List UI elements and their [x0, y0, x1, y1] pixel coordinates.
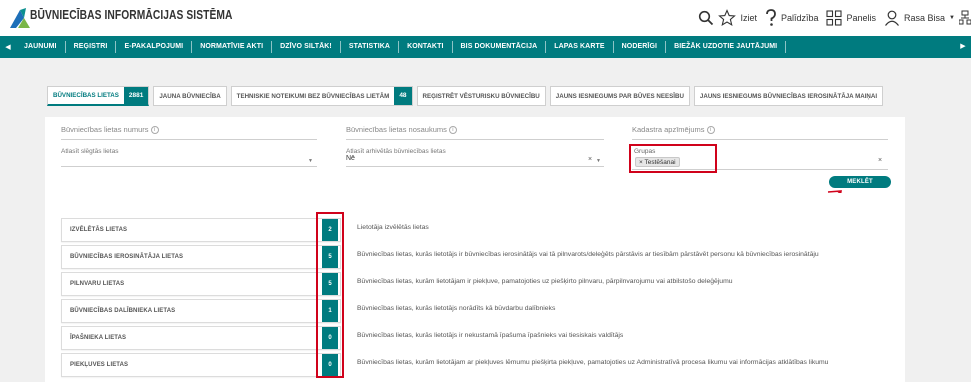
- archived-cases-select[interactable]: Nē: [346, 155, 355, 162]
- nav-item-lapas-karte[interactable]: LAPAS KARTE: [546, 41, 614, 53]
- tab-count-badge: 2881: [123, 86, 149, 105]
- counts-highlight-box: [316, 212, 344, 378]
- archived-cases-label: Atlasīt arhivētās būvniecības lietas: [346, 148, 446, 155]
- header-actions: Iziet Palīdzība Panelis Rasa Bisa ▼: [698, 6, 971, 30]
- tab-registret-vesturisku[interactable]: REĢISTRĒT VĒSTURISKU BŪVNIECĪBU: [416, 86, 546, 106]
- app-title: BŪVNIECĪBAS INFORMĀCIJAS SISTĒMA: [30, 8, 233, 22]
- chevron-down-icon[interactable]: ▼: [949, 15, 955, 21]
- cadastre-field[interactable]: Kadastra apzīmējums i: [632, 125, 715, 135]
- list-item-description: Lietotāja izvēlētās lietas: [357, 224, 429, 231]
- case-name-underline: [346, 139, 604, 140]
- list-item-description: Būvniecības lietas, kurās lietotājs ir n…: [357, 332, 624, 339]
- list-item[interactable]: BŪVNIECĪBAS DALĪBNIEKA LIETAS 1: [61, 299, 341, 323]
- list-item[interactable]: BŪVNIECĪBAS IEROSINĀTĀJA LIETAS 5: [61, 245, 341, 269]
- user-menu[interactable]: Rasa Bisa: [904, 13, 945, 23]
- search-panel: [45, 117, 905, 193]
- sitemap-icon[interactable]: [959, 10, 971, 26]
- tab-buvniecibas-lietas[interactable]: BŪVNIECĪBAS LIETAS 2881: [47, 86, 150, 106]
- nav-item-bis-dokumentacija[interactable]: BIS DOKUMENTĀCIJA: [453, 41, 547, 53]
- user-icon[interactable]: [884, 10, 900, 26]
- help-link[interactable]: Palīdzība: [781, 13, 819, 23]
- info-icon[interactable]: i: [706, 126, 715, 135]
- groups-highlight-box: [629, 144, 717, 173]
- logout-link[interactable]: Iziet: [740, 13, 757, 23]
- nav-item-noderigi[interactable]: NODERĪGI: [614, 41, 667, 53]
- tab-tehniskie-noteikumi[interactable]: TEHNISKIE NOTEIKUMI BEZ BŪVNIECĪBAS LIET…: [230, 86, 413, 106]
- closed-cases-select[interactable]: Atlasīt slēgtās lietas: [61, 148, 118, 155]
- nav-item-kontakti[interactable]: KONTAKTI: [399, 41, 453, 53]
- search-icon[interactable]: [698, 10, 714, 26]
- nav-right-arrow-icon[interactable]: ▶: [955, 36, 971, 58]
- nav-item-statistika[interactable]: STATISTIKA: [341, 41, 400, 53]
- main-nav: ◀ JAUNUMI REĢISTRI E-PAKALPOJUMI NORMATĪ…: [0, 36, 971, 58]
- list-item-description: Būvniecības lietas, kurās lietotājs norā…: [357, 305, 556, 312]
- list-item[interactable]: ĪPAŠNIEKA LIETAS 0: [61, 326, 341, 350]
- tab-jauna-buvnieciba[interactable]: JAUNA BŪVNIECĪBA: [153, 86, 227, 106]
- nav-item-dzivo-siltak[interactable]: DZĪVO SILTĀK!: [272, 41, 341, 53]
- nav-left-arrow-icon[interactable]: ◀: [0, 43, 16, 51]
- case-number-field[interactable]: Būvniecības lietas numurs i: [61, 125, 159, 135]
- clear-icon[interactable]: ×: [878, 157, 882, 164]
- list-item-description: Būvniecības lietas, kurām lietotājam ar …: [357, 359, 829, 366]
- dashboard-link[interactable]: Panelis: [846, 13, 876, 23]
- chevron-down-icon[interactable]: ▼: [596, 158, 601, 164]
- case-number-underline: [61, 139, 317, 140]
- list-item[interactable]: IZVĒLĒTĀS LIETAS 2: [61, 218, 341, 242]
- question-icon[interactable]: [765, 9, 777, 27]
- list-item-description: Būvniecības lietas, kurām lietotājam ir …: [357, 278, 733, 285]
- tab-jauns-iesniegums-maina[interactable]: JAUNS IESNIEGUMS BŪVNIECĪBAS IEROSINĀTĀJ…: [693, 86, 884, 106]
- nav-item-e-pakalpojumi[interactable]: E-PAKALPOJUMI: [116, 41, 193, 53]
- case-tabs: BŪVNIECĪBAS LIETAS 2881 JAUNA BŪVNIECĪBA…: [47, 86, 884, 106]
- cadastre-underline: [632, 139, 888, 140]
- list-item-description: Būvniecības lietas, kurās lietotājs ir b…: [357, 251, 819, 258]
- info-icon[interactable]: i: [150, 126, 159, 135]
- tab-count-badge: 48: [394, 87, 412, 105]
- nav-item-normativie-akti[interactable]: NORMATĪVIE AKTI: [192, 41, 273, 53]
- clear-icon[interactable]: ×: [588, 156, 592, 163]
- nav-item-registri[interactable]: REĢISTRI: [66, 41, 117, 53]
- list-item[interactable]: PILNVARU LIETAS 5: [61, 272, 341, 296]
- star-icon[interactable]: [718, 9, 737, 27]
- case-name-field[interactable]: Būvniecības lietas nosaukums i: [346, 125, 457, 135]
- top-header: BŪVNIECĪBAS INFORMĀCIJAS SISTĒMA Iziet P…: [0, 0, 971, 36]
- closed-cases-underline: [61, 166, 317, 167]
- info-icon[interactable]: i: [448, 126, 457, 135]
- nav-item-biezak-uzdotie[interactable]: BIEŽĀK UZDOTIE JAUTĀJUMI: [666, 41, 787, 53]
- archived-cases-underline: [346, 166, 604, 167]
- list-item[interactable]: PIEKĻUVES LIETAS 0: [61, 353, 341, 377]
- chevron-down-icon[interactable]: ▼: [308, 158, 313, 164]
- grid-icon[interactable]: [826, 10, 843, 26]
- nav-item-jaunumi[interactable]: JAUNUMI: [16, 41, 66, 53]
- tab-jauns-iesniegums-neesibu[interactable]: JAUNS IESNIEGUMS PAR BŪVES NEESĪBU: [549, 86, 690, 106]
